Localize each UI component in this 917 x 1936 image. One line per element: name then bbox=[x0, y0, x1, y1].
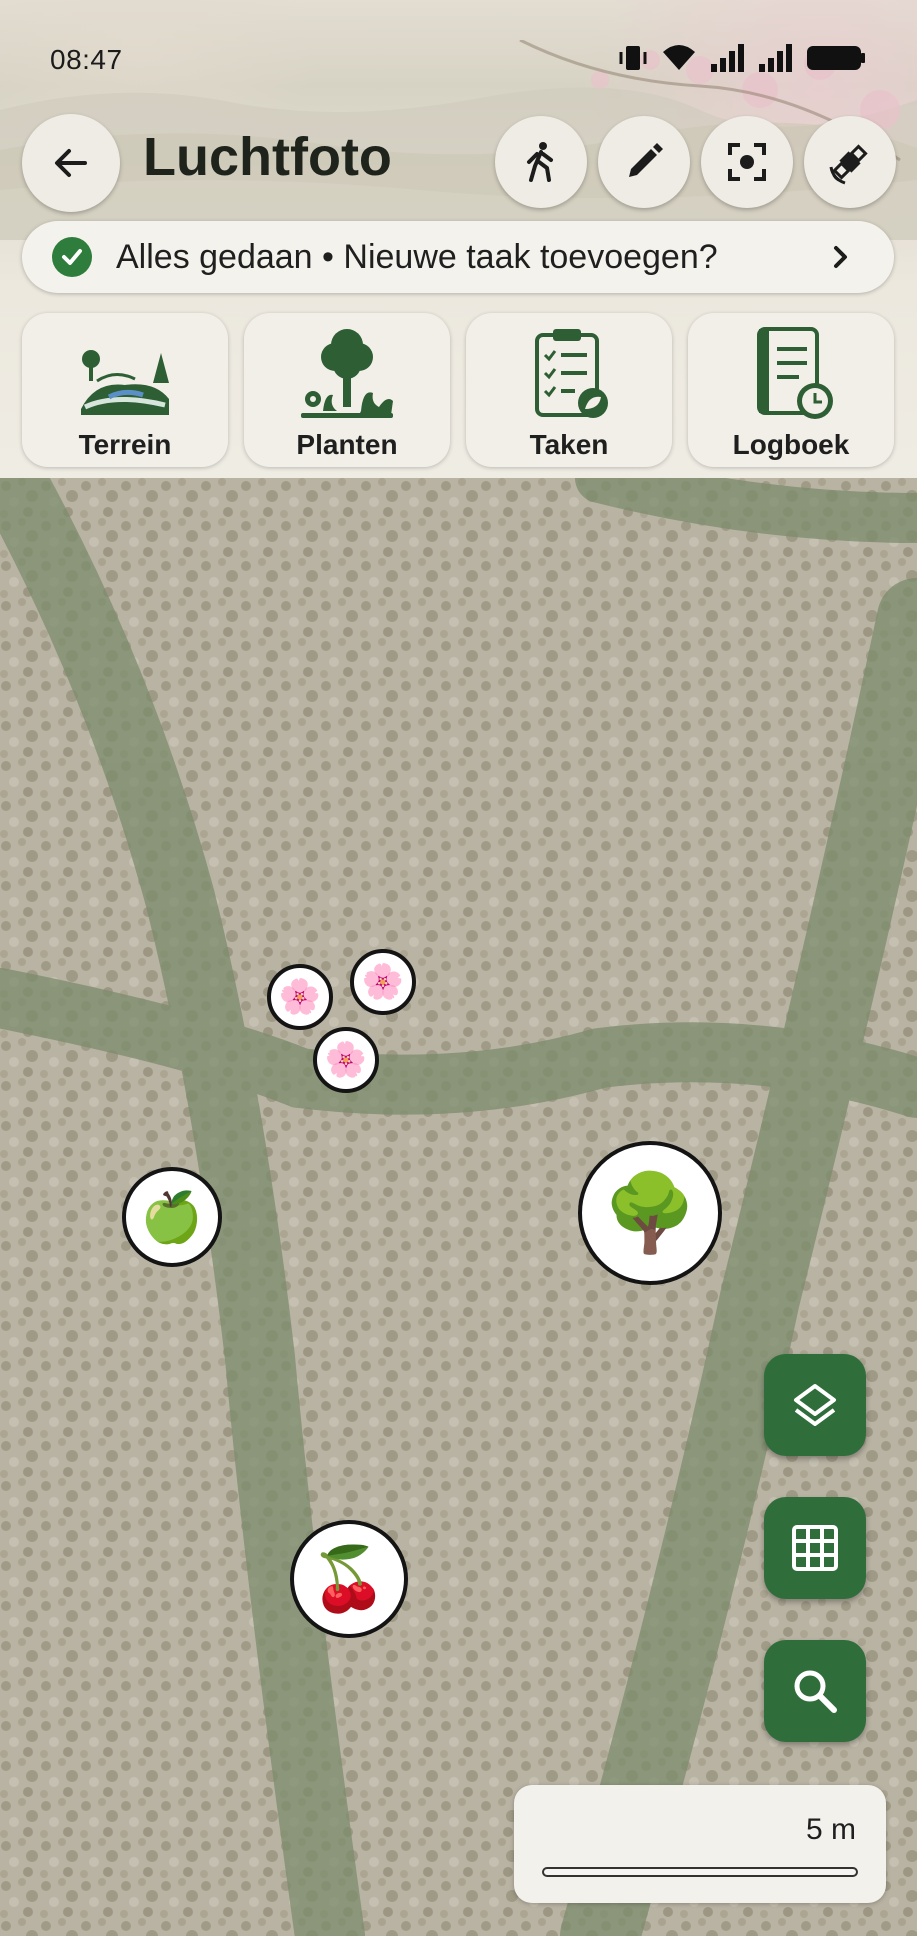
satellite-button[interactable] bbox=[804, 116, 896, 208]
tasks-icon bbox=[535, 329, 608, 418]
status-bar: 08:47 bbox=[0, 0, 917, 120]
tile-planten[interactable]: Planten bbox=[244, 313, 450, 467]
walk-icon bbox=[527, 142, 553, 182]
battery-icon bbox=[807, 46, 865, 70]
plant-marker-blossom[interactable]: 🌸 bbox=[267, 964, 333, 1030]
grid-icon bbox=[792, 1525, 838, 1571]
tile-logboek[interactable]: Logboek bbox=[688, 313, 894, 467]
tile-label: Terrein bbox=[78, 429, 172, 460]
layers-icon bbox=[794, 1384, 836, 1426]
banner-text: Alles gedaan • Nieuwe taak toevoegen? bbox=[116, 237, 718, 276]
signal-icon bbox=[711, 44, 744, 72]
signal-icon bbox=[759, 44, 792, 72]
app-header: 08:47 Luchtfoto Alles gedaan • Nieuwe ta… bbox=[0, 0, 917, 478]
back-button[interactable] bbox=[22, 114, 120, 212]
plant-marker-blossom[interactable]: 🌸 bbox=[313, 1027, 379, 1093]
wifi-icon bbox=[663, 45, 695, 70]
plant-marker-tree[interactable]: 🌳 bbox=[578, 1141, 722, 1285]
center-focus-icon bbox=[728, 143, 766, 181]
tile-label: Taken bbox=[529, 429, 609, 460]
status-time: 08:47 bbox=[50, 44, 123, 75]
map-scale: 5 m bbox=[514, 1785, 886, 1903]
vibrate-icon bbox=[619, 46, 647, 70]
layers-button[interactable] bbox=[764, 1354, 866, 1456]
scale-bar bbox=[542, 1867, 858, 1877]
scale-label: 5 m bbox=[805, 1813, 856, 1846]
aerial-map[interactable]: 🌸 🌸 🌸 🍏 🌳 🍒 5 m bbox=[0, 478, 917, 1936]
search-button[interactable] bbox=[764, 1640, 866, 1742]
plants-icon bbox=[301, 329, 393, 418]
task-banner[interactable]: Alles gedaan • Nieuwe taak toevoegen? bbox=[22, 221, 894, 293]
chevron-right-icon bbox=[834, 246, 847, 268]
center-focus-button[interactable] bbox=[701, 116, 793, 208]
arrow-left-icon bbox=[55, 149, 87, 177]
tile-terrein[interactable]: Terrein bbox=[22, 313, 228, 467]
satellite-icon bbox=[829, 144, 868, 185]
terrain-icon bbox=[81, 350, 169, 415]
search-icon bbox=[794, 1670, 837, 1713]
tile-taken[interactable]: Taken bbox=[466, 313, 672, 467]
plant-marker-cherry[interactable]: 🍒 bbox=[290, 1520, 408, 1638]
check-circle-icon bbox=[52, 237, 92, 277]
tile-label: Logboek bbox=[732, 429, 850, 460]
status-icons bbox=[617, 40, 867, 76]
walk-mode-button[interactable] bbox=[495, 116, 587, 208]
page-title: Luchtfoto bbox=[143, 127, 392, 187]
plant-marker-apple[interactable]: 🍏 bbox=[122, 1167, 222, 1267]
logbook-icon bbox=[757, 327, 833, 419]
plant-marker-blossom[interactable]: 🌸 bbox=[350, 949, 416, 1015]
tile-label: Planten bbox=[296, 429, 398, 460]
pencil-icon bbox=[629, 143, 663, 177]
grid-button[interactable] bbox=[764, 1497, 866, 1599]
edit-button[interactable] bbox=[598, 116, 690, 208]
